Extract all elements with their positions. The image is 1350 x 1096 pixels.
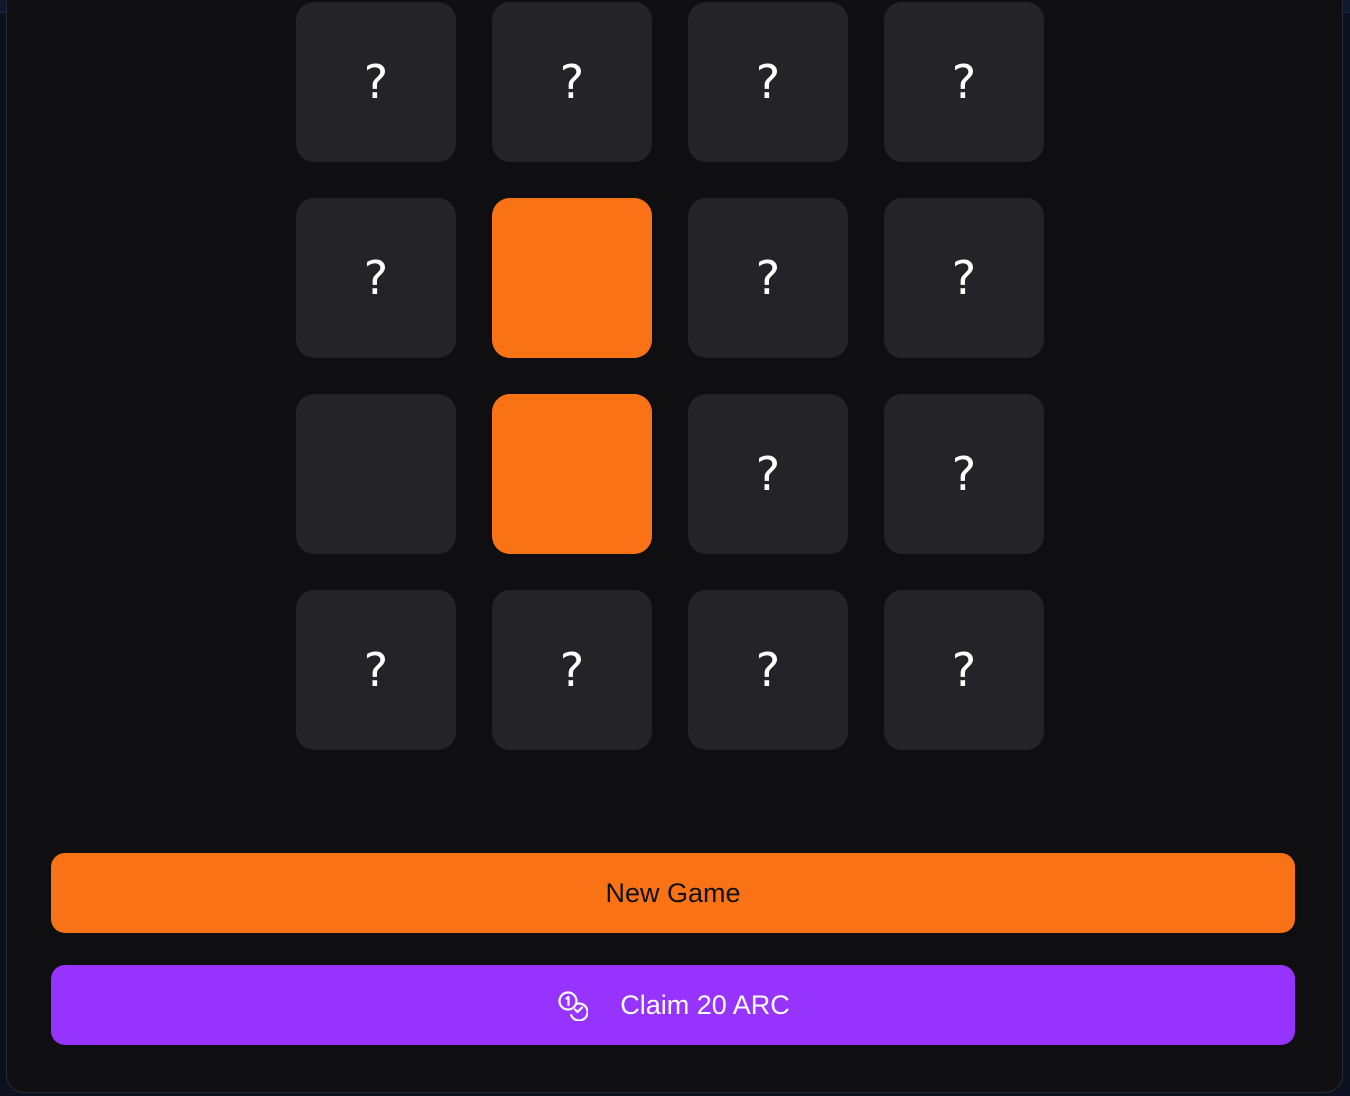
tile-15[interactable]: ? <box>688 590 848 750</box>
tile-10[interactable] <box>492 394 652 554</box>
tile-11[interactable]: ? <box>688 394 848 554</box>
new-game-button[interactable]: New Game <box>51 853 1295 933</box>
tile-2[interactable]: ? <box>492 2 652 162</box>
game-board: ????????????? <box>296 2 1044 750</box>
coins-icon <box>558 991 589 1021</box>
tile-16[interactable]: ? <box>884 590 1044 750</box>
tile-7[interactable]: ? <box>688 198 848 358</box>
tile-4[interactable]: ? <box>884 2 1044 162</box>
tile-3[interactable]: ? <box>688 2 848 162</box>
tile-6[interactable] <box>492 198 652 358</box>
tile-14[interactable]: ? <box>492 590 652 750</box>
new-game-label: New Game <box>605 877 741 908</box>
tile-1[interactable]: ? <box>296 2 456 162</box>
claim-button[interactable]: Claim 20 ARC <box>51 965 1295 1045</box>
tile-12[interactable]: ? <box>884 394 1044 554</box>
tile-8[interactable]: ? <box>884 198 1044 358</box>
tile-5[interactable]: ? <box>296 198 456 358</box>
claim-label: Claim 20 ARC <box>620 989 790 1020</box>
tile-13[interactable]: ? <box>296 590 456 750</box>
tile-9[interactable] <box>296 394 456 554</box>
